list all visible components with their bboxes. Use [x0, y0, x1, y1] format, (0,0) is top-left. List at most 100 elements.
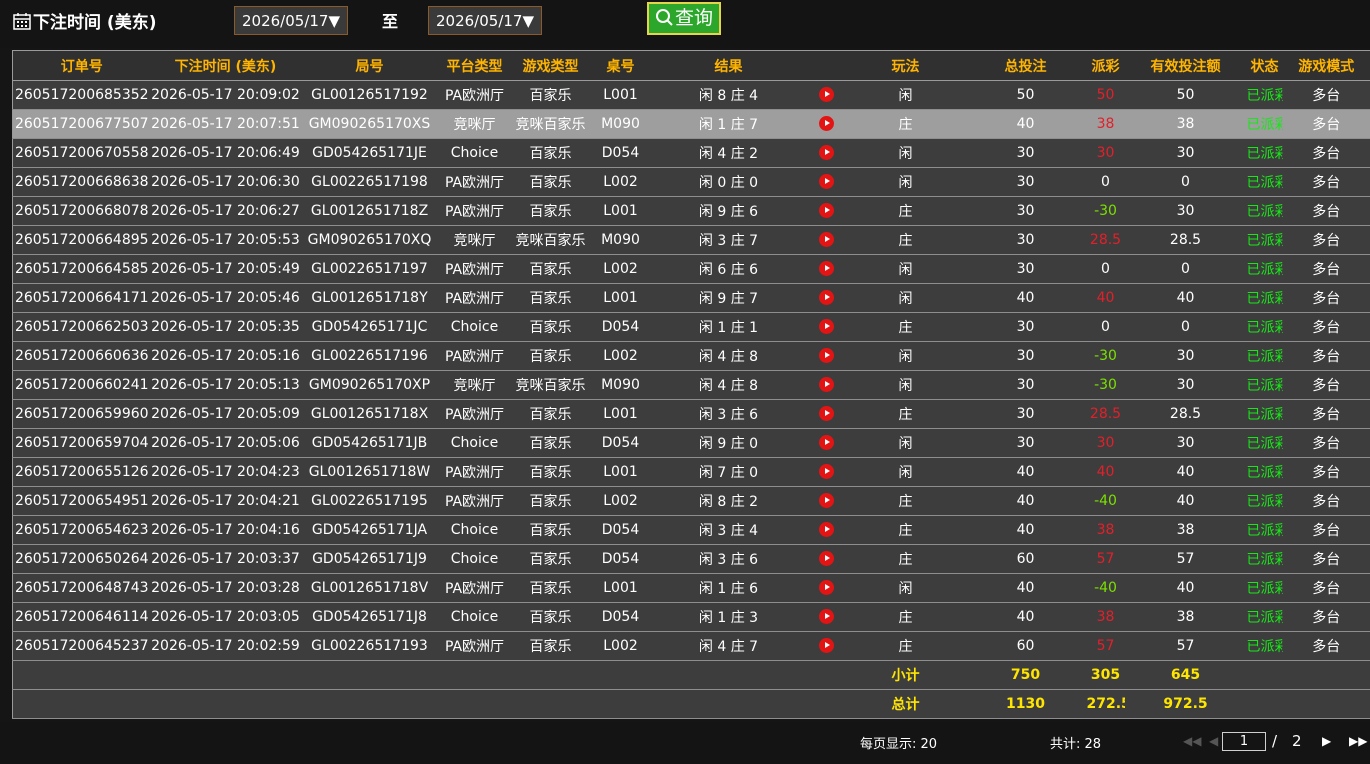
- play-icon[interactable]: [819, 261, 834, 276]
- table-row[interactable]: 260517200660636 2026-05-17 20:05:16 GL0022…: [12, 341, 1370, 371]
- play-icon[interactable]: [819, 203, 834, 218]
- next-page-icon[interactable]: ▶: [1322, 734, 1331, 748]
- col-play: 玩法: [846, 50, 965, 81]
- play-icon[interactable]: [819, 377, 834, 392]
- page-separator: /: [1272, 732, 1278, 750]
- play-cell: 庄: [846, 109, 965, 139]
- table-row[interactable]: 260517200659960 2026-05-17 20:05:09 GL0012…: [12, 399, 1370, 429]
- game-mode-cell: 多台: [1282, 109, 1370, 139]
- platform-cell: PA欧洲厅: [438, 167, 511, 197]
- play-cell: 闲: [846, 341, 965, 371]
- round-no-cell: GL00226517196: [300, 341, 439, 371]
- play-icon[interactable]: [819, 174, 834, 189]
- prev-page-icon[interactable]: ◀: [1209, 734, 1218, 748]
- play-icon[interactable]: [819, 493, 834, 508]
- to-date-select[interactable]: 2026/05/17▼: [428, 6, 542, 35]
- payout-cell: -40: [1086, 486, 1125, 516]
- play-icon[interactable]: [819, 116, 834, 131]
- valid-bet-cell: 0: [1124, 254, 1247, 284]
- table-no-cell: D054: [590, 138, 651, 168]
- total-spacer: [12, 689, 847, 719]
- play-icon[interactable]: [819, 551, 834, 566]
- replay-cell: [806, 457, 847, 487]
- platform-cell: 竞咪厅: [438, 370, 511, 400]
- game-type-cell: 百家乐: [510, 312, 591, 342]
- table-row[interactable]: 260517200668078 2026-05-17 20:06:27 GL0012…: [12, 196, 1370, 226]
- game-mode-cell: 多台: [1282, 486, 1370, 516]
- table-no-cell: D054: [590, 602, 651, 632]
- play-cell: 庄: [846, 515, 965, 545]
- query-button[interactable]: 查询: [647, 2, 721, 35]
- table-row[interactable]: 260517200655126 2026-05-17 20:04:23 GL0012…: [12, 457, 1370, 487]
- table-no-cell: D054: [590, 428, 651, 458]
- table-row[interactable]: 260517200654951 2026-05-17 20:04:21 GL0022…: [12, 486, 1370, 516]
- table-row[interactable]: 260517200654623 2026-05-17 20:04:16 GD0542…: [12, 515, 1370, 545]
- payout-cell: 28.5: [1086, 225, 1125, 255]
- play-icon[interactable]: [819, 290, 834, 305]
- table-row[interactable]: 260517200650264 2026-05-17 20:03:37 GD0542…: [12, 544, 1370, 574]
- subtotal-spacer: [12, 660, 847, 690]
- table-row[interactable]: 260517200668638 2026-05-17 20:06:30 GL0022…: [12, 167, 1370, 197]
- play-icon[interactable]: [819, 609, 834, 624]
- total-valid: 972.5: [1124, 689, 1247, 719]
- play-icon[interactable]: [819, 638, 834, 653]
- table-row[interactable]: 260517200670558 2026-05-17 20:06:49 GD0542…: [12, 138, 1370, 168]
- order-no-cell: 260517200650264: [12, 544, 151, 574]
- platform-cell: PA欧洲厅: [438, 283, 511, 313]
- payout-cell: 40: [1086, 457, 1125, 487]
- play-icon[interactable]: [819, 232, 834, 247]
- valid-bet-cell: 0: [1124, 167, 1247, 197]
- game-type-cell: 百家乐: [510, 486, 591, 516]
- play-cell: 庄: [846, 602, 965, 632]
- platform-cell: PA欧洲厅: [438, 573, 511, 603]
- col-game-type: 游戏类型: [510, 50, 591, 81]
- play-icon[interactable]: [819, 319, 834, 334]
- game-mode-cell: 多台: [1282, 80, 1370, 110]
- table-row[interactable]: 260517200677507 2026-05-17 20:07:51 GM0902…: [12, 109, 1370, 139]
- play-cell: 庄: [846, 225, 965, 255]
- play-icon[interactable]: [819, 522, 834, 537]
- total-bet-cell: 60: [964, 544, 1087, 574]
- status-cell: 已派彩: [1246, 109, 1283, 139]
- table-row[interactable]: 260517200648743 2026-05-17 20:03:28 GL0012…: [12, 573, 1370, 603]
- total-payout: 272.5: [1086, 689, 1125, 719]
- table-row[interactable]: 260517200664171 2026-05-17 20:05:46 GL0012…: [12, 283, 1370, 313]
- play-icon[interactable]: [819, 87, 834, 102]
- first-page-icon[interactable]: ◀◀: [1183, 734, 1201, 748]
- bet-time-cell: 2026-05-17 20:05:06: [150, 428, 301, 458]
- platform-cell: PA欧洲厅: [438, 254, 511, 284]
- table-row[interactable]: 260517200645237 2026-05-17 20:02:59 GL0022…: [12, 631, 1370, 661]
- order-no-cell: 260517200659704: [12, 428, 151, 458]
- play-cell: 闲: [846, 457, 965, 487]
- valid-bet-cell: 30: [1124, 138, 1247, 168]
- game-type-cell: 竞咪百家乐: [510, 370, 591, 400]
- table-row[interactable]: 260517200685352 2026-05-17 20:09:02 GL0012…: [12, 80, 1370, 110]
- table-row[interactable]: 260517200660241 2026-05-17 20:05:13 GM0902…: [12, 370, 1370, 400]
- last-page-icon[interactable]: ▶▶: [1349, 734, 1367, 748]
- replay-cell: [806, 225, 847, 255]
- total-bet-cell: 40: [964, 283, 1087, 313]
- valid-bet-cell: 28.5: [1124, 225, 1247, 255]
- play-icon[interactable]: [819, 580, 834, 595]
- play-icon[interactable]: [819, 464, 834, 479]
- play-icon[interactable]: [819, 145, 834, 160]
- table-row[interactable]: 260517200664585 2026-05-17 20:05:49 GL0022…: [12, 254, 1370, 284]
- total-bet-cell: 30: [964, 167, 1087, 197]
- play-icon[interactable]: [819, 435, 834, 450]
- from-date-select[interactable]: 2026/05/17▼: [234, 6, 348, 35]
- result-cell: 闲 7 庄 0: [650, 457, 807, 487]
- table-row[interactable]: 260517200659704 2026-05-17 20:05:06 GD0542…: [12, 428, 1370, 458]
- play-icon[interactable]: [819, 406, 834, 421]
- play-icon[interactable]: [819, 348, 834, 363]
- col-round-no: 局号: [300, 50, 439, 81]
- table-row[interactable]: 260517200646114 2026-05-17 20:03:05 GD0542…: [12, 602, 1370, 632]
- status-cell: 已派彩: [1246, 225, 1283, 255]
- payout-cell: 57: [1086, 631, 1125, 661]
- table-row[interactable]: 260517200662503 2026-05-17 20:05:35 GD0542…: [12, 312, 1370, 342]
- page-number-input[interactable]: [1222, 732, 1266, 751]
- table-row[interactable]: 260517200664895 2026-05-17 20:05:53 GM0902…: [12, 225, 1370, 255]
- result-cell: 闲 1 庄 6: [650, 573, 807, 603]
- result-cell: 闲 3 庄 4: [650, 515, 807, 545]
- play-cell: 闲: [846, 370, 965, 400]
- game-mode-cell: 多台: [1282, 167, 1370, 197]
